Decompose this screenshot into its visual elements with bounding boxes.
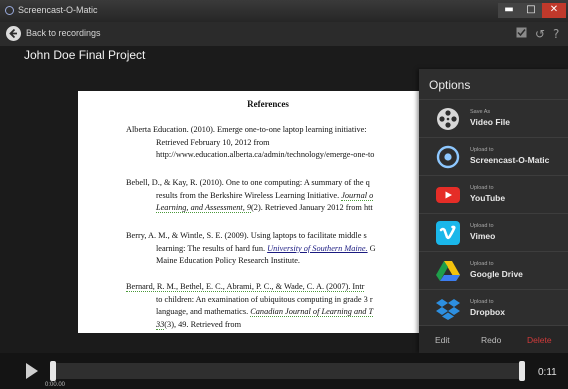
reference-line: Bernard, R. M., Bethel, E. C., Abrami, P… [126,282,365,292]
reference-line: Retrieved February 10, 2012 from [156,137,270,147]
reference-entry: Bernard, R. M., Bethel, E. C., Abrami, P… [126,281,374,331]
reference-line: learning: The results of hard fun. [156,243,268,253]
reference-line: to children: An examination of ubiquitou… [156,294,373,304]
option-label: YouTube [470,193,506,203]
video-preview-document: References Alberta Education. (2010). Em… [78,91,458,333]
back-arrow-icon[interactable] [6,26,21,41]
play-icon[interactable] [26,363,38,379]
reference-line: http://www.education.alberta.ca/admin/te… [156,150,375,160]
journal-title: Canadian Journal of Learning and T [250,307,374,318]
reference-line: Berry, A. M., & Wintle, S. E. (2009). Us… [126,231,367,240]
reference-line: Alberta Education. (2010). Emerge one-to… [126,125,367,134]
window-titlebar: Screencast-O-Matic ▬ □ ✕ [0,0,568,22]
trim-start-handle[interactable] [50,361,56,381]
option-label: Vimeo [470,231,496,241]
project-title: John Doe Final Project [24,48,146,62]
journal-title: Journal o [341,190,374,201]
reference-entry: Alberta Education. (2010). Emerge one-to… [126,124,374,162]
film-reel-icon [436,107,460,131]
youtube-icon [436,183,460,207]
publisher-link: University of Southern Maine. [267,243,368,253]
delete-button[interactable]: Delete [527,335,552,345]
history-icon[interactable]: ↺ [535,27,545,41]
edit-button[interactable]: Edit [435,335,450,345]
current-time: 0:00.00 [45,382,66,388]
maximize-button[interactable]: □ [520,3,542,18]
option-caption: Save As [470,109,491,115]
option-caption: Upload to [470,147,494,153]
close-button[interactable]: ✕ [542,3,566,18]
save-video-file-option[interactable]: Save As Video File [419,99,568,138]
trim-end-handle[interactable] [519,361,525,381]
option-caption: Upload to [470,185,494,191]
vimeo-icon [436,221,460,245]
reference-line: language, and mathematics. [156,307,251,317]
nav-bar: Back to recordings ↺ ? [0,22,568,46]
option-caption: Upload to [470,223,494,229]
option-label: Dropbox [470,307,505,317]
screencast-o-matic-icon [436,145,460,169]
google-drive-icon [436,259,460,283]
reference-entry: Bebell, D., & Kay, R. (2010). One to one… [126,177,374,215]
reference-line: (3), 49. Retrieved from [164,319,242,329]
option-label: Google Drive [470,269,523,279]
options-footer: Edit Redo Delete [419,325,568,354]
help-icon[interactable]: ? [553,27,559,41]
reference-line: Bebell, D., & Kay, R. (2010). One to one… [126,178,370,187]
reference-line: G [367,243,376,253]
upload-youtube-option[interactable]: Upload to YouTube [419,175,568,214]
doc-heading: References [247,99,289,109]
option-label: Video File [470,117,510,127]
player-controls: 0:00.00 0:11 [0,353,568,389]
upload-vimeo-option[interactable]: Upload to Vimeo [419,213,568,252]
upload-screencast-o-matic-option[interactable]: Upload to Screencast-O-Matic [419,137,568,176]
option-caption: Upload to [470,261,494,267]
upload-dropbox-option[interactable]: Upload to Dropbox [419,289,568,328]
upload-google-drive-option[interactable]: Upload to Google Drive [419,251,568,290]
reference-entry: Berry, A. M., & Wintle, S. E. (2009). Us… [126,230,376,268]
end-time: 0:11 [538,367,557,378]
reference-line: results from the Berkshire Wireless Lear… [156,190,342,200]
redo-button[interactable]: Redo [481,335,501,345]
timeline-track[interactable] [50,363,525,379]
checkmark-box-icon[interactable] [516,27,527,41]
dropbox-icon [436,297,460,321]
option-label: Screencast-O-Matic [470,155,550,165]
window-title: Screencast-O-Matic [18,5,98,15]
journal-title: Learning, and Assessment, 9 [156,203,252,214]
options-panel: Options Save As Video File Upload to Scr… [419,69,568,354]
reference-line: (2). Retrieved January 2012 from htt [251,203,373,213]
app-logo-icon [5,6,14,15]
reference-line: Maine Education Policy Research Institut… [156,256,301,266]
option-caption: Upload to [470,299,494,305]
back-to-recordings-link[interactable]: Back to recordings [26,28,101,38]
options-title: Options [429,78,471,92]
minimize-button[interactable]: ▬ [498,3,520,18]
